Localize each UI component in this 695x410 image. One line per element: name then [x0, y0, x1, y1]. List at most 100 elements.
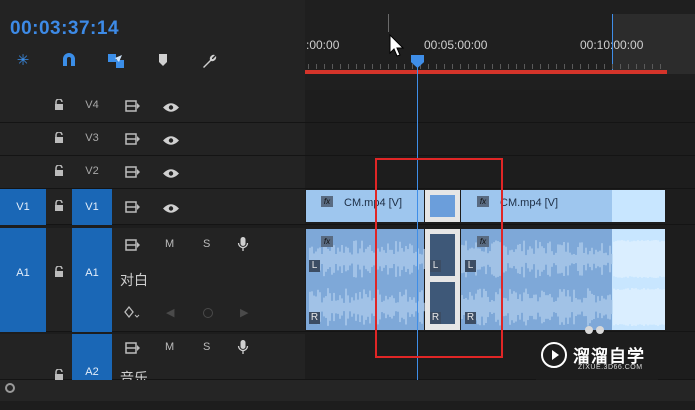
mouse-cursor-icon — [389, 33, 405, 63]
keyframe-toggle-icon[interactable] — [124, 305, 140, 325]
track-lane-v4[interactable] — [305, 90, 695, 123]
lock-icon[interactable] — [54, 131, 64, 149]
toggle-sync-lock-icon[interactable] — [125, 341, 141, 359]
lock-icon[interactable] — [54, 98, 64, 116]
highlight-selection-box — [375, 158, 503, 358]
toggle-sync-lock-icon[interactable] — [125, 132, 141, 150]
ruler-label: 00:05:00:00 — [424, 38, 488, 52]
ruler-tick — [428, 64, 429, 69]
ruler-tick — [580, 64, 581, 69]
scroll-dot-icon — [596, 326, 604, 334]
ruler-tick — [340, 64, 341, 69]
track-header-v4[interactable] — [0, 90, 305, 123]
lock-icon[interactable] — [54, 199, 64, 217]
ruler-tick — [516, 64, 517, 69]
eye-icon[interactable] — [162, 133, 180, 151]
microphone-icon[interactable] — [237, 339, 249, 360]
solo-button[interactable]: S — [203, 238, 210, 250]
channel-label-right: R — [309, 312, 320, 324]
lock-icon[interactable] — [54, 265, 64, 283]
next-keyframe-icon[interactable]: ▶ — [240, 306, 248, 319]
ruler-label: :00:00 — [306, 38, 340, 52]
ruler-tick — [316, 64, 317, 69]
eye-icon[interactable] — [162, 100, 180, 118]
ruler-tick — [332, 64, 333, 69]
magnet-icon[interactable] — [59, 52, 79, 70]
toggle-sync-lock-icon[interactable] — [125, 238, 141, 256]
ruler-tick — [468, 64, 469, 69]
toggle-sync-lock-icon[interactable] — [125, 200, 141, 218]
source-patch-a1[interactable]: A1 — [0, 228, 46, 332]
watermark-url: ZIXUE.3D66.COM — [578, 364, 643, 371]
prev-keyframe-icon[interactable]: ◀ — [166, 306, 174, 319]
track-lane-v3[interactable] — [305, 123, 695, 156]
ruler-tick — [620, 64, 621, 69]
wrench-icon[interactable] — [199, 52, 219, 70]
video-clip-tail[interactable] — [612, 190, 665, 222]
ruler-tick — [404, 64, 405, 69]
clip-name-right: CM.mp4 [V] — [500, 197, 559, 209]
ruler-tick — [444, 64, 445, 69]
add-keyframe-icon[interactable] — [203, 308, 213, 318]
ruler-tick — [508, 64, 509, 69]
linked-selection-icon[interactable] — [106, 52, 126, 70]
snap-insert-icon[interactable]: ✳ — [13, 52, 33, 70]
ruler-tick — [604, 64, 605, 69]
eye-icon[interactable] — [162, 201, 180, 219]
mute-button[interactable]: M — [165, 341, 174, 353]
ruler-tick — [572, 64, 573, 69]
work-area-bar[interactable] — [305, 70, 667, 74]
ruler-tick — [460, 64, 461, 69]
track-name-v2: V2 — [85, 165, 99, 177]
channel-label-left: L — [309, 260, 320, 272]
ruler-tick — [596, 64, 597, 69]
ruler-tick — [348, 64, 349, 69]
ruler-tick — [476, 64, 477, 69]
marker-icon[interactable] — [153, 52, 173, 70]
play-logo-icon — [541, 342, 567, 368]
ruler-tick — [436, 64, 437, 69]
track-target-a2[interactable]: A2 — [72, 334, 112, 380]
eye-icon[interactable] — [162, 166, 180, 184]
track-label-a2: 音乐 — [120, 370, 148, 380]
ruler-tick — [484, 64, 485, 69]
ruler-tick — [540, 64, 541, 69]
toggle-sync-lock-icon[interactable] — [125, 99, 141, 117]
ruler-tick — [548, 64, 549, 69]
track-header-a2[interactable] — [0, 334, 305, 380]
ruler-tick — [380, 64, 381, 69]
ruler-tick — [628, 64, 629, 69]
track-target-a1[interactable]: A1 — [72, 228, 112, 332]
ruler-tick — [388, 64, 389, 69]
lock-icon[interactable] — [54, 164, 64, 182]
timeline-header — [0, 0, 305, 90]
scroll-dot-icon — [585, 326, 593, 334]
ruler-tick — [588, 64, 589, 69]
source-patch-v1[interactable]: V1 — [0, 189, 46, 225]
track-name-v4: V4 — [85, 99, 99, 111]
ruler-tick — [564, 64, 565, 69]
playhead-timecode[interactable]: 00:03:37:14 — [10, 18, 119, 40]
track-header-v3[interactable] — [0, 123, 305, 156]
ruler-tick — [660, 64, 661, 69]
solo-button[interactable]: S — [203, 341, 210, 353]
track-header-v2[interactable] — [0, 156, 305, 189]
toggle-sync-lock-icon[interactable] — [125, 165, 141, 183]
fx-badge-icon[interactable]: fx — [321, 196, 333, 207]
microphone-icon[interactable] — [237, 236, 249, 257]
ruler-marker-line — [388, 14, 389, 32]
ruler-tick — [308, 64, 309, 69]
ruler-tick — [356, 64, 357, 69]
ruler-tick — [500, 64, 501, 69]
mute-button[interactable]: M — [165, 238, 174, 250]
ruler-tick — [492, 64, 493, 69]
track-target-v1[interactable]: V1 — [72, 189, 112, 225]
ruler-tick — [612, 64, 613, 69]
ruler-tick — [532, 64, 533, 69]
ruler-tick — [644, 64, 645, 69]
zoom-handle-icon[interactable] — [5, 383, 15, 393]
ruler-tick — [556, 64, 557, 69]
horizontal-scrollbar[interactable] — [0, 380, 695, 401]
ruler-tick — [636, 64, 637, 69]
fx-badge-icon[interactable]: fx — [321, 236, 333, 247]
